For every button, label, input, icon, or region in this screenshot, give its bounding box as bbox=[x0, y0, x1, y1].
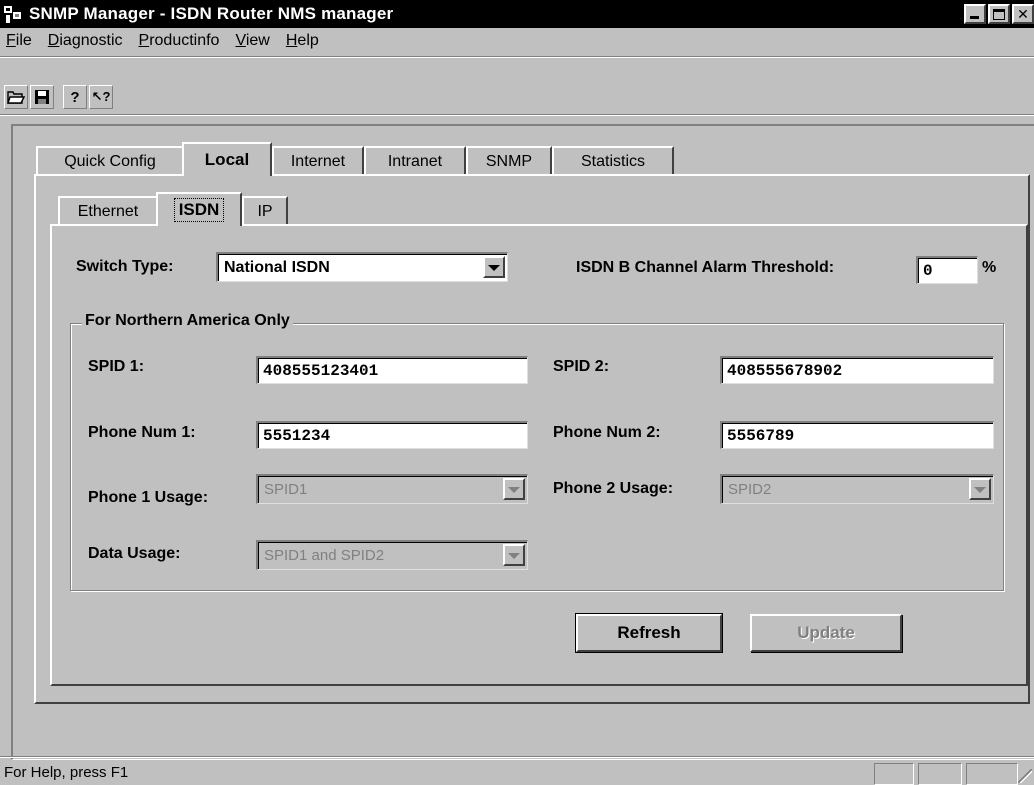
toolbar-separator bbox=[0, 56, 1034, 58]
phone2-usage-label: Phone 2 Usage: bbox=[553, 480, 674, 497]
threshold-input[interactable]: 0 bbox=[916, 256, 978, 284]
title-bar[interactable]: SNMP Manager - ISDN Router NMS manager ✕ bbox=[0, 0, 1034, 28]
status-text: For Help, press F1 bbox=[4, 764, 129, 781]
open-button[interactable] bbox=[4, 85, 28, 109]
group-title: For Northern America Only bbox=[82, 312, 293, 330]
save-icon bbox=[35, 90, 49, 104]
menu-view[interactable]: View bbox=[235, 32, 269, 50]
tab-local[interactable]: Local bbox=[182, 142, 272, 176]
status-pane bbox=[918, 763, 962, 785]
switch-type-value: National ISDN bbox=[224, 258, 330, 276]
menu-help[interactable]: Help bbox=[286, 32, 319, 50]
switch-type-select[interactable]: National ISDN bbox=[216, 252, 508, 282]
window-title: SNMP Manager - ISDN Router NMS manager bbox=[29, 4, 394, 23]
switch-type-label: Switch Type: bbox=[76, 258, 174, 275]
about-icon: ? bbox=[70, 88, 80, 106]
menu-bar: File Diagnostic Productinfo View Help bbox=[0, 28, 1034, 54]
status-pane bbox=[966, 763, 1018, 785]
spid1-label: SPID 1: bbox=[88, 358, 145, 375]
phone1-usage-select[interactable]: SPID1 bbox=[256, 474, 528, 504]
status-pane bbox=[874, 763, 914, 785]
context-help-button[interactable]: ↖? bbox=[89, 85, 113, 109]
about-button[interactable]: ? bbox=[63, 85, 87, 109]
menu-productinfo[interactable]: Productinfo bbox=[139, 32, 220, 50]
update-button[interactable]: Update bbox=[750, 614, 902, 652]
threshold-value: 0 bbox=[923, 261, 933, 280]
data-usage-label: Data Usage: bbox=[88, 545, 181, 562]
phone2-label: Phone Num 2: bbox=[553, 424, 661, 441]
phone1-usage-label: Phone 1 Usage: bbox=[88, 489, 209, 506]
save-button[interactable] bbox=[30, 85, 54, 109]
menu-diagnostic[interactable]: Diagnostic bbox=[48, 32, 123, 50]
refresh-button[interactable]: Refresh bbox=[575, 613, 723, 653]
phone2-input[interactable]: 5556789 bbox=[720, 421, 994, 449]
tab-ip[interactable]: IP bbox=[242, 196, 288, 226]
chevron-down-icon[interactable] bbox=[483, 256, 505, 278]
open-icon bbox=[7, 91, 25, 104]
spid2-input[interactable]: 408555678902 bbox=[720, 356, 994, 384]
status-bar: For Help, press F1 bbox=[0, 760, 1034, 785]
tab-isdn[interactable]: ISDN bbox=[156, 192, 242, 226]
tab-snmp[interactable]: SNMP bbox=[466, 146, 552, 176]
chevron-down-icon[interactable] bbox=[503, 544, 525, 566]
threshold-unit: % bbox=[982, 259, 997, 276]
spid2-label: SPID 2: bbox=[553, 358, 610, 375]
toolbar-bottom-divider bbox=[0, 114, 1034, 116]
phone1-label: Phone Num 1: bbox=[88, 424, 196, 441]
network-app-icon bbox=[3, 3, 25, 25]
tab-intranet[interactable]: Intranet bbox=[364, 146, 466, 176]
threshold-label: ISDN B Channel Alarm Threshold: bbox=[576, 259, 835, 276]
chevron-down-icon[interactable] bbox=[969, 478, 991, 500]
phone1-input[interactable]: 5551234 bbox=[256, 421, 528, 449]
tab-ethernet[interactable]: Ethernet bbox=[58, 196, 158, 226]
close-button[interactable]: ✕ bbox=[1012, 4, 1034, 24]
spid1-input[interactable]: 408555123401 bbox=[256, 356, 528, 384]
tab-internet[interactable]: Internet bbox=[272, 146, 364, 176]
tab-quick-config[interactable]: Quick Config bbox=[36, 146, 184, 176]
minimize-icon bbox=[970, 16, 979, 19]
tab-statistics[interactable]: Statistics bbox=[552, 146, 674, 176]
chevron-down-icon[interactable] bbox=[503, 478, 525, 500]
context-help-icon: ↖? bbox=[91, 89, 111, 104]
close-icon: ✕ bbox=[1017, 5, 1029, 22]
maximize-icon bbox=[993, 8, 1005, 20]
minimize-button[interactable] bbox=[964, 4, 986, 24]
maximize-button[interactable] bbox=[988, 4, 1010, 24]
statusbar-divider bbox=[0, 756, 1034, 758]
menu-file[interactable]: File bbox=[6, 32, 32, 50]
data-usage-select[interactable]: SPID1 and SPID2 bbox=[256, 540, 528, 570]
resize-grip-icon[interactable] bbox=[1018, 769, 1032, 783]
application-window: SNMP Manager - ISDN Router NMS manager ✕… bbox=[0, 0, 1034, 785]
phone2-usage-select[interactable]: SPID2 bbox=[720, 474, 994, 504]
